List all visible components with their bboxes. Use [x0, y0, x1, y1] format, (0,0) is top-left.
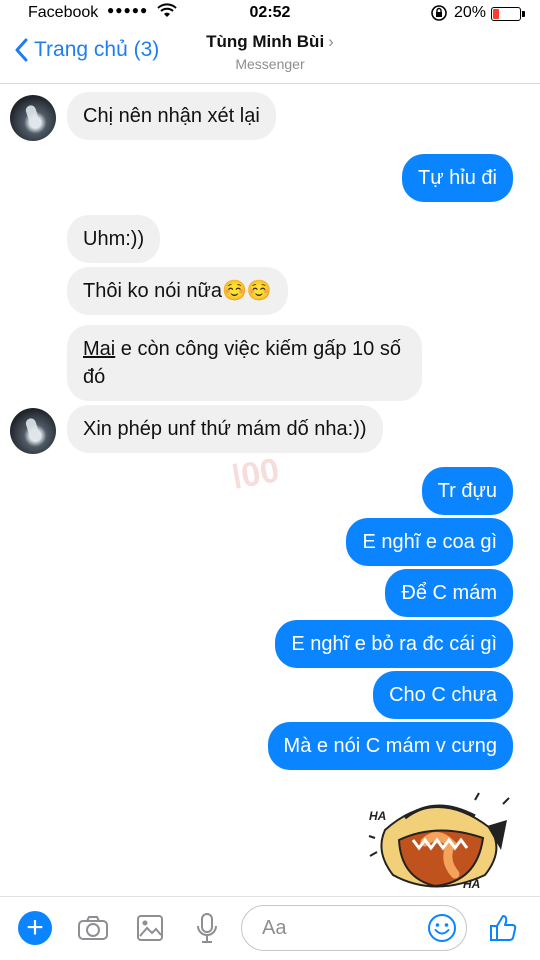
message-text: Uhm:))	[83, 228, 145, 250]
message-text: Mà e nói C mám v cưng	[283, 735, 497, 757]
message-text: Tr đựu	[437, 480, 497, 502]
message-bubble-outgoing[interactable]: Cho C chưa	[373, 671, 513, 719]
sticker-ha-top: HA	[369, 809, 386, 823]
microphone-icon[interactable]	[190, 911, 224, 945]
contact-name: Tùng Minh Bùi	[206, 32, 325, 51]
message-text: Tự hỉu đi	[418, 167, 497, 189]
emoji-icon[interactable]	[426, 912, 458, 944]
battery-fill	[493, 9, 499, 19]
image-icon[interactable]	[133, 911, 167, 945]
watermark-logo: ǀ00	[228, 451, 283, 497]
message-text-underlined[interactable]: Mai	[83, 338, 115, 360]
thumbs-up-icon[interactable]	[486, 911, 520, 945]
message-input[interactable]: Aa	[241, 905, 467, 951]
message-text: e còn công việc kiếm gấp 10 số đó	[83, 338, 401, 388]
contact-title[interactable]: Tùng Minh Bùi › Messenger	[0, 32, 540, 72]
message-bubble-incoming[interactable]: Thôi ko nói nữa☺️☺️	[67, 267, 288, 315]
message-text: Chị nên nhận xét lại	[83, 105, 260, 127]
message-text: Cho C chưa	[389, 684, 497, 706]
chevron-right-icon: ›	[328, 32, 334, 51]
message-bubble-outgoing[interactable]: Tự hỉu đi	[402, 154, 513, 202]
message-bubble-incoming[interactable]: Chị nên nhận xét lại	[67, 92, 276, 140]
header-subtitle: Messenger	[235, 56, 305, 72]
plus-icon[interactable]: +	[18, 911, 52, 945]
message-bubble-incoming[interactable]: Xin phép unf thứ mám dố nha:))	[67, 405, 383, 453]
rotation-lock-icon	[430, 4, 448, 27]
message-bubble-incoming[interactable]: Mai e còn công việc kiếm gấp 10 số đó	[67, 325, 422, 401]
camera-icon[interactable]	[76, 911, 110, 945]
message-bubble-outgoing[interactable]: Tr đựu	[421, 467, 513, 515]
battery-icon	[491, 7, 525, 21]
message-bubble-outgoing[interactable]: E nghĩ e coa gì	[346, 518, 513, 566]
message-composer: + Aa	[0, 896, 540, 960]
message-text: E nghĩ e coa gì	[362, 531, 497, 553]
message-input-placeholder: Aa	[262, 916, 287, 939]
message-text: Để C mám	[401, 582, 497, 604]
status-bar: Facebook ●●●●● 02:52 20%	[0, 0, 540, 28]
battery-percent: 20%	[454, 4, 487, 21]
contact-avatar[interactable]	[10, 95, 56, 141]
battery-nub	[522, 11, 525, 17]
message-bubble-outgoing[interactable]: Để C mám	[385, 569, 513, 617]
contact-avatar[interactable]	[10, 408, 56, 454]
message-bubble-outgoing[interactable]: E nghĩ e bỏ ra đc cái gì	[275, 620, 513, 668]
message-text: Thôi ko nói nữa☺️☺️	[83, 280, 272, 302]
message-bubble-outgoing[interactable]: Mà e nói C mám v cưng	[267, 722, 513, 770]
message-text: Xin phép unf thứ mám dố nha:))	[83, 418, 367, 440]
message-bubble-incoming[interactable]: Uhm:))	[67, 215, 161, 263]
message-text: E nghĩ e bỏ ra đc cái gì	[291, 633, 497, 655]
conversation-header: Trang chủ (3) Tùng Minh Bùi › Messenger	[0, 28, 540, 84]
laughing-face-sticker[interactable]: HA HA	[365, 790, 515, 891]
